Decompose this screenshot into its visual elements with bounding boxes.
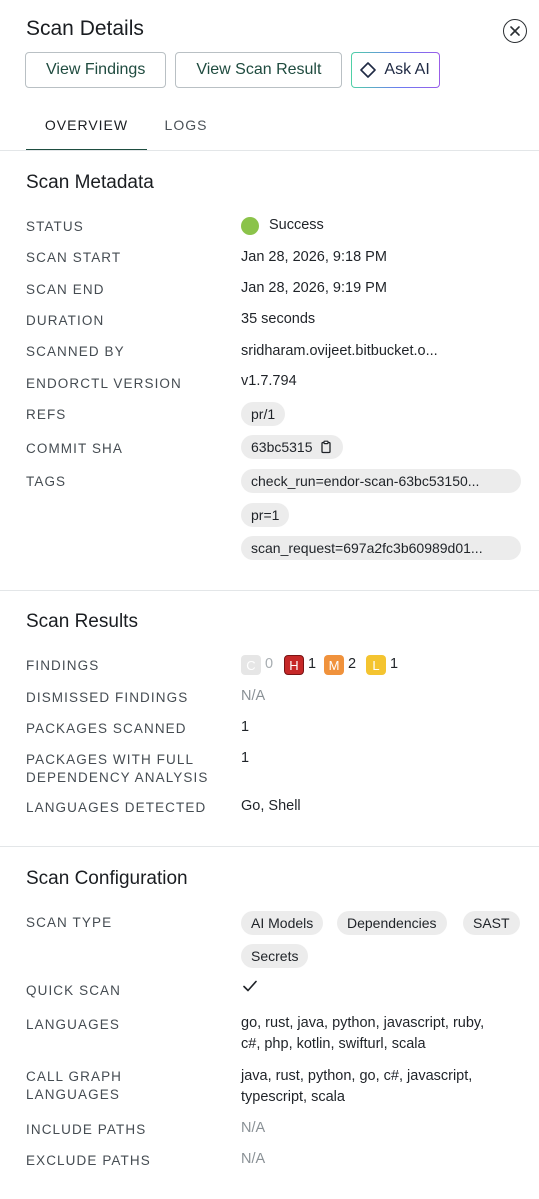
scan-end-label: SCAN END [26, 282, 105, 297]
low-severity-badge: L [366, 655, 386, 675]
medium-severity-badge: M [324, 655, 344, 675]
tag-chip: check_run=endor-scan-63bc53150... [241, 469, 521, 493]
languages-value-line1: go, rust, java, python, javascript, ruby… [241, 1015, 485, 1031]
tab-bar: OVERVIEW LOGS [26, 100, 539, 151]
scan-start-label: SCAN START [26, 250, 122, 265]
dismissed-findings-label: DISMISSED FINDINGS [26, 690, 189, 705]
call-graph-languages-value-line1: java, rust, python, go, c#, javascript, [241, 1068, 473, 1084]
scan-end-value: Jan 28, 2026, 9:19 PM [241, 280, 387, 296]
quick-scan-label: QUICK SCAN [26, 983, 122, 998]
tab-divider [0, 150, 539, 151]
call-graph-languages-value-line2: typescript, scala [241, 1089, 345, 1105]
high-count: 1 [308, 656, 317, 672]
view-findings-button[interactable]: View Findings [25, 52, 167, 88]
scan-type-chip: Secrets [241, 944, 309, 968]
status-value: Success [269, 217, 324, 233]
commit-sha-value: 63bc5315 [251, 439, 313, 455]
section-title-metadata: Scan Metadata [26, 172, 154, 193]
languages-detected-value: Go, Shell [241, 798, 301, 814]
commit-sha-chip: 63bc5315 [241, 435, 343, 459]
ask-ai-button[interactable]: Ask AI [351, 52, 439, 88]
close-icon [509, 25, 521, 37]
dismissed-findings-value: N/A [241, 688, 266, 704]
status-label: STATUS [26, 219, 84, 234]
endorctl-version-value: v1.7.794 [241, 373, 297, 389]
section-title-results: Scan Results [26, 611, 138, 632]
findings-label: FINDINGS [26, 658, 100, 673]
scan-type-chip: Dependencies [337, 911, 447, 935]
include-paths-label: INCLUDE PATHS [26, 1122, 147, 1137]
duration-value: 35 seconds [241, 311, 316, 327]
exclude-paths-value: N/A [241, 1151, 266, 1167]
tag-chip: scan_request=697a2fc3b60989d01... [241, 536, 521, 560]
endorctl-version-label: ENDORCTL VERSION [26, 376, 182, 391]
tab-logs[interactable]: LOGS [147, 100, 225, 150]
section-divider [0, 846, 539, 847]
tab-overview[interactable]: OVERVIEW [26, 100, 147, 151]
packages-full-dep-label-line2: DEPENDENCY ANALYSIS [26, 770, 209, 785]
call-graph-languages-label-line2: LANGUAGES [26, 1087, 120, 1102]
scan-type-chip: SAST [463, 911, 520, 935]
scan-type-label: SCAN TYPE [26, 915, 113, 930]
include-paths-value: N/A [241, 1120, 266, 1136]
ask-ai-label: Ask AI [384, 61, 430, 78]
languages-value-line2: c#, php, kotlin, swifturl, scala [241, 1036, 426, 1052]
critical-count: 0 [265, 656, 274, 672]
packages-scanned-label: PACKAGES SCANNED [26, 721, 187, 736]
tags-label: TAGS [26, 474, 67, 489]
languages-detected-label: LANGUAGES DETECTED [26, 800, 207, 815]
medium-count: 2 [348, 656, 357, 672]
duration-label: DURATION [26, 313, 105, 328]
scanned-by-label: SCANNED BY [26, 344, 125, 359]
commit-sha-label: COMMIT SHA [26, 441, 124, 456]
critical-severity-badge: C [241, 655, 261, 675]
high-severity-badge: H [284, 655, 304, 675]
sparkle-icon [360, 62, 377, 78]
scanned-by-value: sridharam.ovijeet.bitbucket.o... [241, 343, 438, 359]
section-divider [0, 590, 539, 591]
scan-start-value: Jan 28, 2026, 9:18 PM [241, 249, 387, 265]
packages-scanned-value: 1 [241, 719, 250, 735]
call-graph-languages-label-line1: CALL GRAPH [26, 1069, 123, 1084]
close-button[interactable] [503, 19, 527, 43]
low-count: 1 [390, 656, 399, 672]
packages-full-dep-value: 1 [241, 750, 250, 766]
status-indicator [241, 217, 259, 235]
exclude-paths-label: EXCLUDE PATHS [26, 1153, 151, 1168]
checkmark-icon [242, 978, 258, 999]
view-scan-result-button[interactable]: View Scan Result [175, 52, 343, 88]
languages-label: LANGUAGES [26, 1017, 120, 1032]
scan-type-chip: AI Models [241, 911, 324, 935]
action-bar: View Findings View Scan Result Ask AI [25, 52, 440, 88]
tag-chip: pr=1 [241, 503, 290, 527]
ref-chip: pr/1 [241, 402, 286, 426]
panel-title: Scan Details [26, 17, 144, 40]
packages-full-dep-label-line1: PACKAGES WITH FULL [26, 752, 195, 767]
section-title-configuration: Scan Configuration [26, 868, 188, 889]
copy-icon[interactable] [313, 440, 333, 454]
refs-label: REFS [26, 407, 67, 422]
